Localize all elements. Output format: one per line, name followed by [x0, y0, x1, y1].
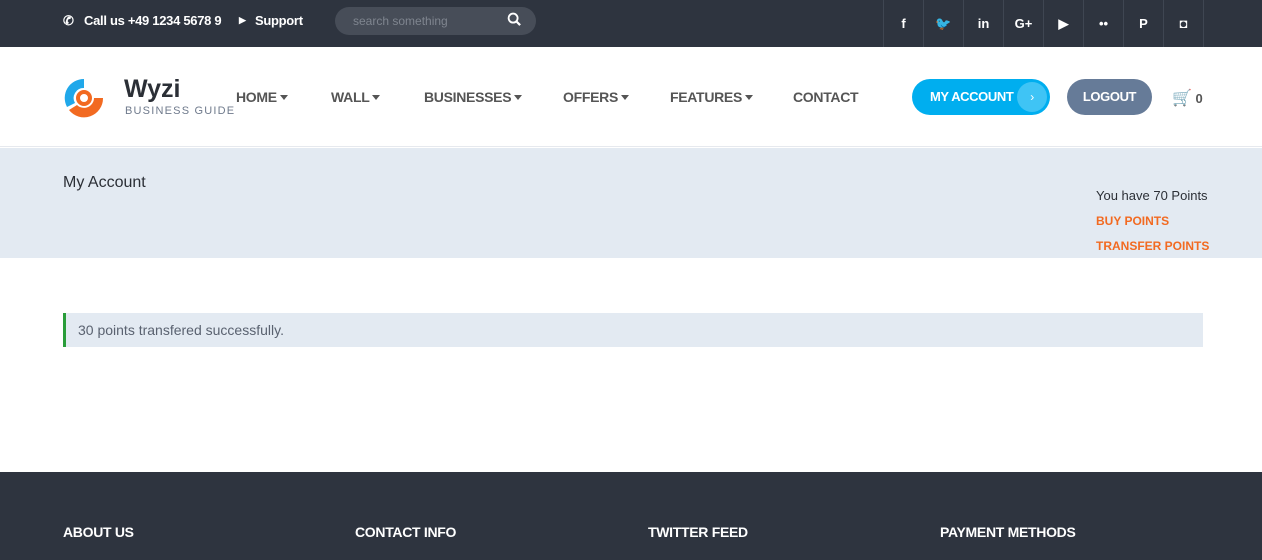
footer-heading-about: ABOUT US: [63, 524, 134, 540]
nav-offers[interactable]: OFFERS: [563, 89, 629, 105]
support-link[interactable]: Support: [255, 13, 303, 28]
nav-label: BUSINESSES: [424, 89, 512, 105]
caret-right-icon: ▶: [239, 15, 246, 25]
page-title: My Account: [63, 174, 146, 191]
logout-button[interactable]: LOGOUT: [1067, 79, 1152, 115]
pinterest-icon[interactable]: P: [1124, 0, 1164, 47]
nav-label: CONTACT: [793, 89, 859, 105]
twitter-icon[interactable]: 🐦: [924, 0, 964, 47]
footer-heading-contact: CONTACT INFO: [355, 524, 457, 540]
search-icon[interactable]: [507, 12, 522, 27]
footer-heading-payment: PAYMENT METHODS: [940, 524, 1076, 540]
nav-label: WALL: [331, 89, 370, 105]
phone-text: Call us +49 1234 5678 9: [84, 13, 222, 28]
nav-contact[interactable]: CONTACT: [793, 89, 859, 105]
my-account-button[interactable]: MY ACCOUNT ›: [912, 79, 1050, 115]
nav-wall[interactable]: WALL: [331, 89, 381, 105]
caret-down-icon: [620, 95, 629, 100]
nav-businesses[interactable]: BUSINESSES: [424, 89, 523, 105]
nav-features[interactable]: FEATURES: [670, 89, 754, 105]
social-links: f 🐦 in G+ ▶ •• P ◘: [883, 0, 1204, 47]
nav-label: OFFERS: [563, 89, 618, 105]
main-header: Wyzi BUSINESS GUIDE HOME WALL BUSINESSES OF…: [0, 47, 1262, 147]
transfer-points-link[interactable]: TRANSFER POINTS: [1096, 239, 1209, 253]
success-message: 30 points transfered successfully.: [63, 313, 1203, 347]
footer-heading-twitter: TWITTER FEED: [648, 524, 748, 540]
caret-down-icon: [745, 95, 754, 100]
nav-label: HOME: [236, 89, 277, 105]
facebook-icon[interactable]: f: [884, 0, 924, 47]
cart-icon: 🛒: [1172, 90, 1192, 107]
cart-count: 0: [1195, 91, 1203, 106]
buy-points-link[interactable]: BUY POINTS: [1096, 214, 1169, 228]
my-account-label: MY ACCOUNT: [930, 89, 1014, 104]
caret-down-icon: [514, 95, 523, 100]
brand-tagline: BUSINESS GUIDE: [125, 105, 236, 117]
top-bar: ✆ Call us +49 1234 5678 9 ▶ Support f🐦in…: [0, 0, 1262, 47]
instagram-icon[interactable]: ◘: [1164, 0, 1204, 47]
chevron-right-icon: ›: [1017, 82, 1047, 112]
nav-home[interactable]: HOME: [236, 89, 288, 105]
page-header: My Account You have 70 Points BUY POINTS…: [0, 148, 1262, 258]
phone-icon: ✆: [63, 13, 74, 28]
flickr-icon[interactable]: ••: [1084, 0, 1124, 47]
nav-label: FEATURES: [670, 89, 743, 105]
search-input[interactable]: [335, 7, 536, 35]
linkedin-icon[interactable]: in: [964, 0, 1004, 47]
points-balance: You have 70 Points: [1096, 188, 1208, 203]
youtube-icon[interactable]: ▶: [1044, 0, 1084, 47]
logo-icon[interactable]: [63, 77, 105, 119]
google-plus-icon[interactable]: G+: [1004, 0, 1044, 47]
footer: ABOUT US CONTACT INFO TWITTER FEED PAYME…: [0, 472, 1262, 560]
caret-down-icon: [372, 95, 381, 100]
brand-name[interactable]: Wyzi: [124, 75, 181, 104]
caret-down-icon: [279, 95, 288, 100]
cart-button[interactable]: 🛒 0: [1172, 88, 1203, 108]
